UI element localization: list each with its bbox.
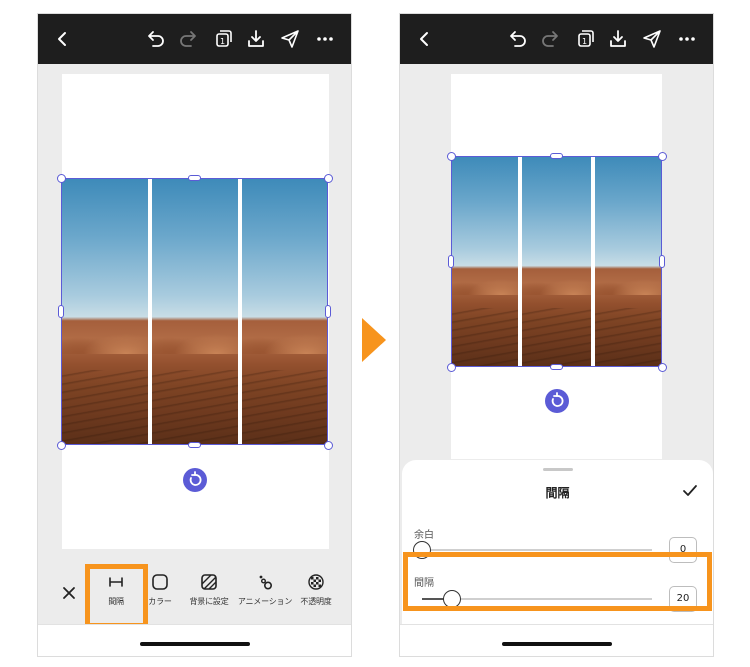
- photo-cell[interactable]: [242, 178, 328, 445]
- top-bar: 1: [38, 14, 351, 64]
- undo-icon[interactable]: [145, 28, 167, 50]
- pages-icon[interactable]: 1: [573, 28, 595, 50]
- opacity-icon: [308, 574, 324, 590]
- spacing-slider[interactable]: [422, 590, 652, 608]
- back-icon[interactable]: [414, 28, 436, 50]
- svg-text:1: 1: [220, 37, 225, 46]
- set-background-icon: [201, 574, 217, 590]
- arrow-right-icon: [362, 318, 386, 362]
- top-bar: 1: [400, 14, 713, 64]
- resize-handle[interactable]: [550, 153, 563, 159]
- home-indicator[interactable]: [501, 642, 612, 646]
- share-icon[interactable]: [279, 28, 301, 50]
- resize-handle[interactable]: [658, 363, 667, 372]
- photo-cell[interactable]: [61, 178, 148, 445]
- slider-thumb[interactable]: [442, 590, 461, 608]
- redo-icon[interactable]: [539, 28, 561, 50]
- download-icon[interactable]: [607, 28, 629, 50]
- margin-value-field[interactable]: 0: [669, 537, 697, 563]
- more-icon[interactable]: [314, 28, 336, 50]
- share-icon[interactable]: [641, 28, 663, 50]
- resize-handle[interactable]: [324, 441, 333, 450]
- resize-handle[interactable]: [658, 152, 667, 161]
- animation-icon: [259, 575, 273, 590]
- home-bar-area: [38, 624, 351, 656]
- resize-handle[interactable]: [324, 174, 333, 183]
- resize-handle[interactable]: [57, 441, 66, 450]
- resize-handle[interactable]: [447, 363, 456, 372]
- tool-opacity[interactable]: 不透明度: [286, 570, 346, 620]
- photo-cell[interactable]: [152, 178, 238, 445]
- spacing-label: 間隔: [414, 578, 434, 589]
- resize-handle[interactable]: [448, 255, 454, 268]
- undo-icon[interactable]: [507, 28, 529, 50]
- download-icon[interactable]: [245, 28, 267, 50]
- photo-grid[interactable]: [451, 156, 662, 367]
- rotate-icon[interactable]: [545, 389, 569, 413]
- photo-cell[interactable]: [451, 156, 518, 367]
- resize-handle[interactable]: [57, 174, 66, 183]
- phone-screen-right: 1 間隔 余白 0 間隔 20: [399, 13, 714, 657]
- resize-handle[interactable]: [188, 175, 201, 181]
- tool-label: 背景に設定: [189, 597, 229, 606]
- resize-handle[interactable]: [58, 305, 64, 318]
- tool-set-background[interactable]: 背景に設定: [179, 570, 239, 620]
- resize-handle[interactable]: [550, 364, 563, 370]
- back-icon[interactable]: [52, 28, 74, 50]
- sheet-grabber[interactable]: [542, 468, 573, 471]
- resize-handle[interactable]: [188, 442, 201, 448]
- spacing-icon: [109, 577, 123, 587]
- margin-label: 余白: [414, 530, 434, 541]
- margin-slider[interactable]: [413, 541, 652, 559]
- photo-cell[interactable]: [595, 156, 662, 367]
- more-icon[interactable]: [676, 28, 698, 50]
- home-bar-area: [400, 624, 713, 656]
- phone-screen-left: 1 間隔 カラー 背景に設定 アニメーション 不透明度: [37, 13, 352, 657]
- slider-thumb[interactable]: [413, 541, 431, 559]
- redo-icon[interactable]: [177, 28, 199, 50]
- checkmark-icon[interactable]: [681, 482, 699, 500]
- resize-handle[interactable]: [659, 255, 665, 268]
- close-icon[interactable]: [60, 584, 78, 602]
- photo-grid[interactable]: [61, 178, 328, 445]
- color-icon: [152, 574, 168, 590]
- photo-cell[interactable]: [522, 156, 591, 367]
- tool-label: 不透明度: [300, 597, 332, 606]
- rotate-icon[interactable]: [183, 468, 207, 492]
- home-indicator[interactable]: [139, 642, 250, 646]
- pages-icon[interactable]: 1: [211, 28, 233, 50]
- spacing-value-field[interactable]: 20: [669, 586, 697, 612]
- bottom-toolbar: 間隔 カラー 背景に設定 アニメーション 不透明度: [38, 562, 351, 624]
- sheet-title: 間隔: [545, 486, 570, 500]
- resize-handle[interactable]: [447, 152, 456, 161]
- svg-text:1: 1: [582, 37, 587, 46]
- resize-handle[interactable]: [325, 305, 331, 318]
